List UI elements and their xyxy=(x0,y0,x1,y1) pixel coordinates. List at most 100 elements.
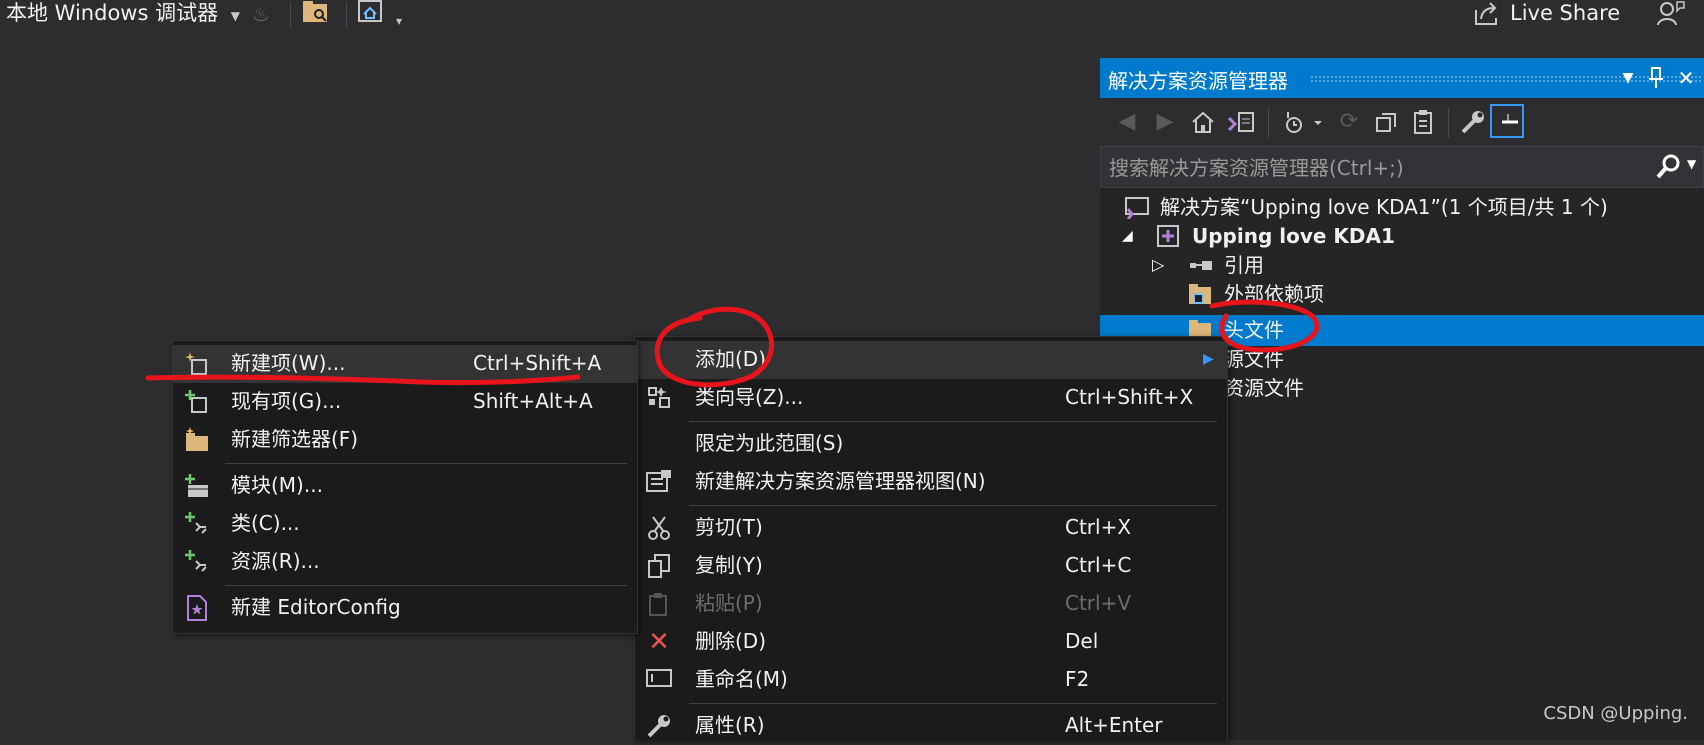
menu-item-scope-to-this[interactable]: 限定为此范围(S) xyxy=(635,425,1227,463)
menu-item-class-wizard[interactable]: 类向导(Z)... Ctrl+Shift+X xyxy=(635,379,1227,417)
search-options-chevron-icon[interactable]: ▼ xyxy=(1687,157,1696,171)
tree-item-external-deps[interactable]: 外部依赖项 xyxy=(1100,279,1704,310)
references-label: 引用 xyxy=(1224,253,1264,277)
toolbar-separator xyxy=(290,2,291,28)
feedback-person-icon[interactable] xyxy=(1656,0,1686,28)
menu-item-delete[interactable]: ✕ 删除(D) Del xyxy=(635,623,1227,661)
resource-files-label: 资源文件 xyxy=(1224,376,1304,400)
debugger-select[interactable]: 本地 Windows 调试器 ▼ xyxy=(6,0,240,28)
copy-icon xyxy=(645,553,673,579)
menu-item-label: 属性(R) xyxy=(695,713,765,737)
search-input[interactable] xyxy=(1107,152,1651,184)
menu-item-existing-item[interactable]: 现有项(G)... Shift+Alt+A xyxy=(173,383,637,421)
menu-item-shortcut: Ctrl+X xyxy=(1065,515,1132,539)
collapse-all-icon[interactable] xyxy=(1370,106,1404,138)
class-icon xyxy=(183,511,211,537)
collapsed-triangle-icon[interactable]: ▷ xyxy=(1152,250,1164,280)
menu-item-label: 重命名(M) xyxy=(695,667,788,691)
menu-item-shortcut: Ctrl+Shift+A xyxy=(473,351,602,375)
properties-wrench-icon[interactable] xyxy=(1456,106,1490,138)
live-share-icon[interactable] xyxy=(1472,0,1500,28)
switch-views-icon[interactable] xyxy=(1224,106,1258,138)
module-icon xyxy=(183,473,211,499)
menu-item-new-filter[interactable]: 新建筛选器(F) xyxy=(173,421,637,459)
menu-item-shortcut: Shift+Alt+A xyxy=(473,389,593,413)
menu-item-label: 现有项(G)... xyxy=(231,389,342,413)
menu-item-resource[interactable]: 资源(R)... xyxy=(173,543,637,581)
folder-search-icon[interactable] xyxy=(302,0,330,24)
menu-item-shortcut: Alt+Enter xyxy=(1065,713,1163,737)
menu-item-new-item[interactable]: 新建项(W)... Ctrl+Shift+A xyxy=(173,345,637,383)
solution-label: 解决方案“Upping love KDA1”(1 个项目/共 1 个) xyxy=(1160,195,1608,219)
menu-item-editorconfig[interactable]: 新建 EditorConfig xyxy=(173,589,637,627)
flame-icon[interactable]: ♨ xyxy=(252,2,270,26)
expanded-triangle-icon[interactable]: ◢ xyxy=(1122,221,1133,251)
forward-icon[interactable]: ▶ xyxy=(1148,106,1182,138)
live-share-label[interactable]: Live Share xyxy=(1510,0,1620,28)
home-window-icon[interactable] xyxy=(358,0,384,24)
menu-item-properties[interactable]: 属性(R) Alt+Enter xyxy=(635,707,1227,745)
menu-separator xyxy=(225,585,627,586)
home-icon[interactable] xyxy=(1186,106,1220,138)
menu-separator xyxy=(225,463,627,464)
header-files-label: 头文件 xyxy=(1224,318,1284,342)
menu-item-label: 限定为此范围(S) xyxy=(695,431,844,455)
tree-item-project[interactable]: ◢ Upping love KDA1 xyxy=(1100,221,1704,252)
new-item-icon xyxy=(183,351,211,377)
external-deps-folder-icon xyxy=(1188,282,1212,306)
pin-icon[interactable] xyxy=(1642,63,1670,93)
delete-x-icon: ✕ xyxy=(648,627,670,657)
menu-item-new-se-view[interactable]: 新建解决方案资源管理器视图(N) xyxy=(635,463,1227,501)
menu-item-label: 新建项(W)... xyxy=(231,351,346,375)
resource-icon xyxy=(183,549,211,575)
toolbar-separator xyxy=(1268,108,1269,138)
preview-selected-items-icon[interactable] xyxy=(1490,104,1524,138)
watermark: CSDN @Upping. xyxy=(1543,703,1688,724)
references-icon xyxy=(1188,253,1212,277)
back-icon[interactable]: ◀ xyxy=(1110,106,1144,138)
solution-explorer-titlebar: 解决方案资源管理器 ▼ ✕ xyxy=(1100,58,1704,98)
overflow-chevron-icon[interactable]: ▾ xyxy=(396,14,402,28)
refresh-icon[interactable]: ⟳ xyxy=(1332,106,1366,138)
source-files-label: 源文件 xyxy=(1224,347,1284,371)
menu-item-label: 资源(R)... xyxy=(231,549,320,573)
scissors-icon xyxy=(645,515,673,541)
menu-item-module[interactable]: 模块(M)... xyxy=(173,467,637,505)
submenu-arrow-icon: ▶ xyxy=(1203,351,1214,367)
tree-item-solution[interactable]: 解决方案“Upping love KDA1”(1 个项目/共 1 个) xyxy=(1100,192,1704,223)
menu-item-label: 新建解决方案资源管理器视图(N) xyxy=(695,469,986,493)
menu-item-add[interactable]: 添加(D) ▶ xyxy=(635,341,1227,379)
menu-item-copy[interactable]: 复制(Y) Ctrl+C xyxy=(635,547,1227,585)
menu-item-cut[interactable]: 剪切(T) Ctrl+X xyxy=(635,509,1227,547)
panel-title: 解决方案资源管理器 xyxy=(1108,69,1288,93)
solution-icon xyxy=(1124,195,1149,220)
menu-item-label: 模块(M)... xyxy=(231,473,323,497)
pending-changes-filter-icon[interactable] xyxy=(1280,106,1328,138)
menu-item-shortcut: Del xyxy=(1065,629,1099,653)
menu-item-label: 剪切(T) xyxy=(695,515,763,539)
menu-item-label: 粘贴(P) xyxy=(695,591,763,615)
menu-separator xyxy=(689,505,1217,506)
show-all-files-icon[interactable] xyxy=(1406,106,1440,138)
menu-item-class[interactable]: 类(C)... xyxy=(173,505,637,543)
project-label: Upping love KDA1 xyxy=(1192,224,1395,248)
chevron-down-icon: ▼ xyxy=(230,9,241,23)
menu-separator xyxy=(689,421,1217,422)
toolbar-separator xyxy=(1448,108,1449,138)
add-submenu: 新建项(W)... Ctrl+Shift+A 现有项(G)... Shift+A… xyxy=(172,340,638,634)
menu-separator xyxy=(689,703,1217,704)
menu-item-rename[interactable]: 重命名(M) F2 xyxy=(635,661,1227,699)
menu-item-shortcut: F2 xyxy=(1065,667,1090,691)
menu-item-label: 添加(D) xyxy=(695,347,767,371)
menu-item-label: 新建筛选器(F) xyxy=(231,427,359,451)
wrench-icon xyxy=(645,713,673,739)
search-icon[interactable] xyxy=(1655,153,1683,181)
solution-explorer-search: ▼ xyxy=(1100,146,1704,188)
tree-item-references[interactable]: ▷ 引用 xyxy=(1100,250,1704,281)
menu-item-label: 新建 EditorConfig xyxy=(231,595,401,619)
close-icon[interactable]: ✕ xyxy=(1672,63,1700,93)
editorconfig-icon xyxy=(183,595,211,621)
menu-item-paste[interactable]: 粘贴(P) Ctrl+V xyxy=(635,585,1227,623)
menu-item-label: 复制(Y) xyxy=(695,553,763,577)
panel-menu-chevron-icon[interactable]: ▼ xyxy=(1614,63,1642,93)
